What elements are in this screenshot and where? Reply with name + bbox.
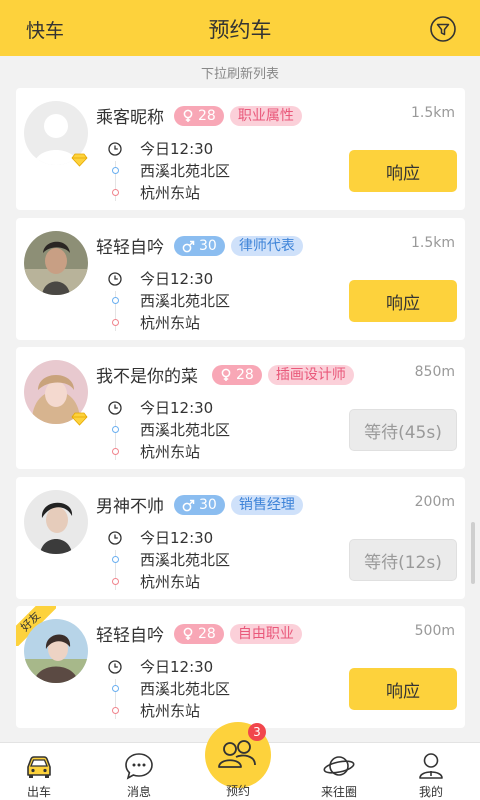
tag-group: 28 自由职业 <box>174 624 302 644</box>
pickup-time: 今日12:30 <box>140 270 214 288</box>
origin: 西溪北苑北区 <box>140 292 231 310</box>
tab-label: 来往圈 <box>320 785 357 799</box>
top-bar: 快车 预约车 <box>0 0 480 56</box>
order-card[interactable]: 轻轻自吟 30 律师代表 1.5km 今日12:30 西溪北苑北区 杭州东站 响… <box>16 218 465 340</box>
origin: 西溪北苑北区 <box>140 421 231 439</box>
clock-icon <box>108 530 122 545</box>
destination: 杭州东站 <box>140 184 201 202</box>
order-card[interactable]: 男神不帅 30 销售经理 200m 今日12:30 西溪北苑北区 杭州东站 等待… <box>16 477 465 599</box>
start-dot-icon <box>112 685 119 692</box>
female-icon <box>183 627 193 640</box>
passenger-name: 乘客昵称 <box>96 108 164 128</box>
gender-age-tag: 28 <box>174 624 224 644</box>
occupation-tag: 律师代表 <box>230 236 303 256</box>
tab-label: 我的 <box>418 785 443 799</box>
tab-label: 预约 <box>225 784 250 798</box>
avatar[interactable] <box>24 231 88 295</box>
clock-icon <box>108 400 122 415</box>
wait-button[interactable]: 等待(12s) <box>349 539 457 581</box>
passenger-name: 男神不帅 <box>96 497 164 517</box>
scrollbar[interactable] <box>471 522 475 584</box>
gender-age-tag: 28 <box>212 365 262 385</box>
start-dot-icon <box>112 556 119 563</box>
destination: 杭州东站 <box>140 443 201 461</box>
gender-age-tag: 30 <box>174 495 225 515</box>
end-dot-icon <box>112 578 119 585</box>
end-dot-icon <box>112 707 119 714</box>
respond-button[interactable]: 响应 <box>349 280 457 322</box>
order-card[interactable]: 我不是你的菜 28 插画设计师 850m 今日12:30 西溪北苑北区 杭州东站… <box>16 347 465 469</box>
clock-icon <box>108 271 122 286</box>
distance: 850m <box>414 364 455 380</box>
pickup-time: 今日12:30 <box>140 399 214 417</box>
tab-label: 出车 <box>26 785 51 799</box>
tag-group: 28 插画设计师 <box>212 365 354 385</box>
notification-badge: 3 <box>248 723 266 741</box>
origin: 西溪北苑北区 <box>140 551 231 569</box>
pull-refresh-hint: 下拉刷新列表 <box>200 67 279 82</box>
tab-profile[interactable]: 我的 <box>396 743 466 800</box>
avatar[interactable] <box>24 490 88 554</box>
occupation-tag: 职业属性 <box>229 106 302 126</box>
origin: 西溪北苑北区 <box>140 680 231 698</box>
female-icon <box>183 109 193 122</box>
wait-button[interactable]: 等待(45s) <box>349 409 457 451</box>
message-icon <box>123 750 155 782</box>
gender-age-tag: 28 <box>174 106 224 126</box>
male-icon <box>182 499 195 511</box>
respond-button[interactable]: 响应 <box>349 150 457 192</box>
tag-group: 28 职业属性 <box>174 106 302 126</box>
distance: 1.5km <box>410 105 455 121</box>
passenger-name: 轻轻自吟 <box>96 238 164 258</box>
tag-group: 30 销售经理 <box>174 495 303 515</box>
male-icon <box>182 240 195 252</box>
vip-diamond-icon <box>71 152 88 167</box>
order-card[interactable]: 好友 轻轻自吟 28 自由职业 500m 今日12:30 西溪北苑北区 杭州东站… <box>16 606 465 728</box>
occupation-tag: 自由职业 <box>229 624 302 644</box>
avatar[interactable] <box>24 619 88 683</box>
tab-label: 消息 <box>126 785 151 799</box>
tag-group: 30 律师代表 <box>174 236 303 256</box>
distance: 200m <box>414 494 455 510</box>
end-dot-icon <box>112 448 119 455</box>
start-dot-icon <box>112 297 119 304</box>
occupation-tag: 销售经理 <box>230 495 303 515</box>
destination: 杭州东站 <box>140 573 201 591</box>
occupation-tag: 插画设计师 <box>267 365 354 385</box>
tab-circle[interactable]: 来往圈 <box>304 743 374 800</box>
pickup-time: 今日12:30 <box>140 140 214 158</box>
start-dot-icon <box>112 167 119 174</box>
pickup-time: 今日12:30 <box>140 658 214 676</box>
passenger-name: 轻轻自吟 <box>96 626 164 646</box>
order-card[interactable]: 乘客昵称 28 职业属性 1.5km 今日12:30 西溪北苑北区 杭州东站 响… <box>16 88 465 210</box>
distance: 1.5km <box>410 235 455 251</box>
vip-diamond-icon <box>71 411 88 426</box>
end-dot-icon <box>112 319 119 326</box>
destination: 杭州东站 <box>140 702 201 720</box>
filter-icon[interactable] <box>430 16 456 42</box>
destination: 杭州东站 <box>140 314 201 332</box>
car-icon <box>23 750 55 782</box>
origin: 西溪北苑北区 <box>140 162 231 180</box>
female-icon <box>221 368 231 381</box>
tab-messages[interactable]: 消息 <box>104 743 174 800</box>
gender-age-tag: 30 <box>174 236 225 256</box>
page-title: 预约车 <box>208 18 272 42</box>
clock-icon <box>108 141 122 156</box>
respond-button[interactable]: 响应 <box>349 668 457 710</box>
planet-icon <box>323 750 355 782</box>
profile-icon <box>415 750 447 782</box>
clock-icon <box>108 659 122 674</box>
pickup-time: 今日12:30 <box>140 529 214 547</box>
passenger-name: 我不是你的菜 <box>96 367 198 387</box>
start-dot-icon <box>112 426 119 433</box>
tab-dispatch[interactable]: 出车 <box>4 743 74 800</box>
end-dot-icon <box>112 189 119 196</box>
distance: 500m <box>414 623 455 639</box>
